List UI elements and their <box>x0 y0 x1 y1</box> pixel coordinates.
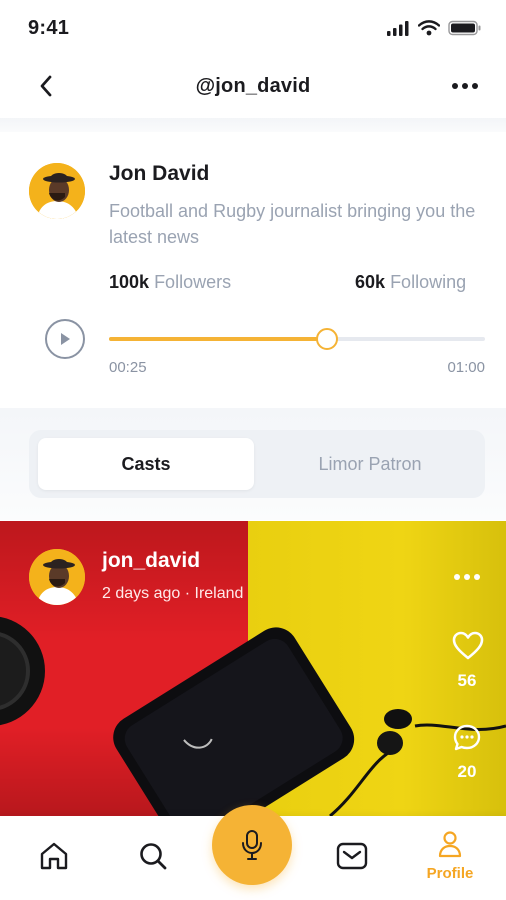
post-more-button[interactable] <box>452 567 482 587</box>
tab-casts[interactable]: Casts <box>38 438 254 490</box>
profile-bio: Football and Rugby journalist bringing y… <box>109 201 476 247</box>
mic-icon <box>242 830 262 860</box>
followers-label: Followers <box>154 272 232 292</box>
followers-stat[interactable]: 100k Followers <box>109 272 231 293</box>
post-author-avatar[interactable] <box>29 549 85 605</box>
more-horizontal-icon <box>454 574 480 580</box>
nav-inbox-button[interactable] <box>334 838 370 874</box>
nav-header: @jon_david <box>0 60 506 112</box>
back-button[interactable] <box>32 72 60 100</box>
chevron-left-icon <box>40 75 52 97</box>
like-count: 56 <box>457 671 477 690</box>
nav-profile-label: Profile <box>426 865 474 882</box>
comment-button[interactable] <box>452 723 482 753</box>
following-label: Following <box>390 272 467 292</box>
battery-icon <box>448 20 481 36</box>
nav-home-button[interactable] <box>36 838 72 874</box>
post-username[interactable]: jon_david <box>102 549 200 573</box>
profile-tabs: Casts Limor Patron <box>29 430 485 498</box>
tab-limor-patron[interactable]: Limor Patron <box>264 438 476 490</box>
comment-icon <box>453 724 481 751</box>
header-divider <box>0 118 506 132</box>
home-icon <box>40 842 68 870</box>
cast-post[interactable]: jon_david 2 days ago · Ireland 56 20 <box>0 521 506 816</box>
profile-name: Jon David <box>109 162 210 185</box>
more-options-button[interactable] <box>450 72 480 100</box>
like-button[interactable] <box>452 631 484 661</box>
profile-avatar[interactable] <box>29 163 85 219</box>
audio-progress-fill <box>109 337 328 341</box>
play-icon <box>61 333 70 345</box>
signal-icon <box>387 21 409 36</box>
nav-profile-button[interactable]: Profile <box>418 830 482 882</box>
search-icon <box>140 843 167 870</box>
duration-time: 01:00 <box>447 359 485 376</box>
play-button[interactable] <box>45 319 85 359</box>
status-icons <box>386 20 482 36</box>
wifi-icon <box>418 20 440 36</box>
nav-search-button[interactable] <box>135 838 171 874</box>
audio-progress-track[interactable] <box>109 328 485 350</box>
avatar-person-image <box>29 549 85 605</box>
comment-count: 20 <box>457 762 477 781</box>
status-bar: 9:41 <box>0 0 506 56</box>
page-title: @jon_david <box>195 74 311 97</box>
post-meta: 2 days ago · Ireland <box>102 585 244 602</box>
more-horizontal-icon <box>452 83 478 89</box>
followers-count: 100k <box>109 272 150 292</box>
record-cast-button[interactable] <box>212 805 292 885</box>
following-count: 60k <box>355 272 386 292</box>
following-stat[interactable]: 60k Following <box>355 272 466 293</box>
audio-scrubber-handle[interactable] <box>316 328 339 350</box>
status-time: 9:41 <box>28 16 70 39</box>
profile-icon <box>438 831 462 858</box>
avatar-person-image <box>29 163 85 219</box>
inbox-icon <box>336 842 368 870</box>
elapsed-time: 00:25 <box>109 359 147 376</box>
heart-icon <box>452 631 484 660</box>
